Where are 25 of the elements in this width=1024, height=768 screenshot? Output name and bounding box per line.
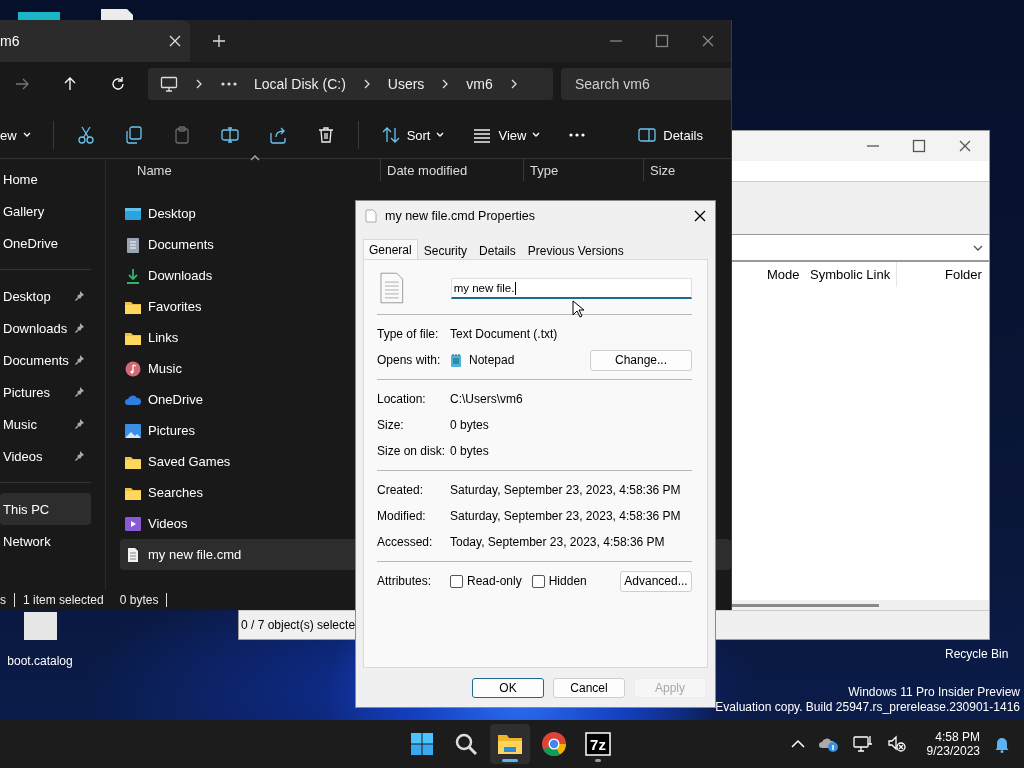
edition-notice: Evaluation copy. Build 25947.rs_prerelease.230901-1416 (715, 700, 1020, 715)
field-label: Created: (377, 483, 425, 497)
field-label: Opens with: (377, 353, 442, 367)
field-value: 0 bytes (450, 444, 489, 458)
archiver-icon: 7z (585, 732, 611, 756)
selection-status: 1 item selected (22, 593, 105, 607)
field-value: Saturday, September 23, 2023, 4:58:36 PM (450, 509, 681, 523)
field-value: Notepad (469, 353, 515, 367)
field-value: Today, September 23, 2023, 4:58:36 PM (450, 535, 665, 549)
field-label: Attributes: (377, 574, 433, 588)
field-label: Size on disk: (377, 444, 447, 458)
item-count: s (0, 593, 7, 607)
field-value: Text Document (.txt) (450, 327, 558, 341)
field-value: 0 bytes (450, 418, 489, 432)
field-label: Type of file: (377, 327, 440, 341)
field-label: Accessed: (377, 535, 434, 549)
dialog-title: my new file.cmd Properties (385, 209, 536, 223)
field-label: Modified: (377, 509, 427, 523)
selection-size: 0 bytes (118, 593, 160, 607)
field-value: C:\Users\vm6 (450, 392, 523, 406)
edition-notice: Windows 11 Pro Insider Preview (848, 685, 1020, 700)
field-value: Saturday, September 23, 2023, 4:58:36 PM (450, 483, 681, 497)
field-label: Size: (377, 418, 405, 432)
status-text: 0 / 7 object(s) selecte (241, 618, 356, 632)
field-label: Location: (377, 392, 427, 406)
